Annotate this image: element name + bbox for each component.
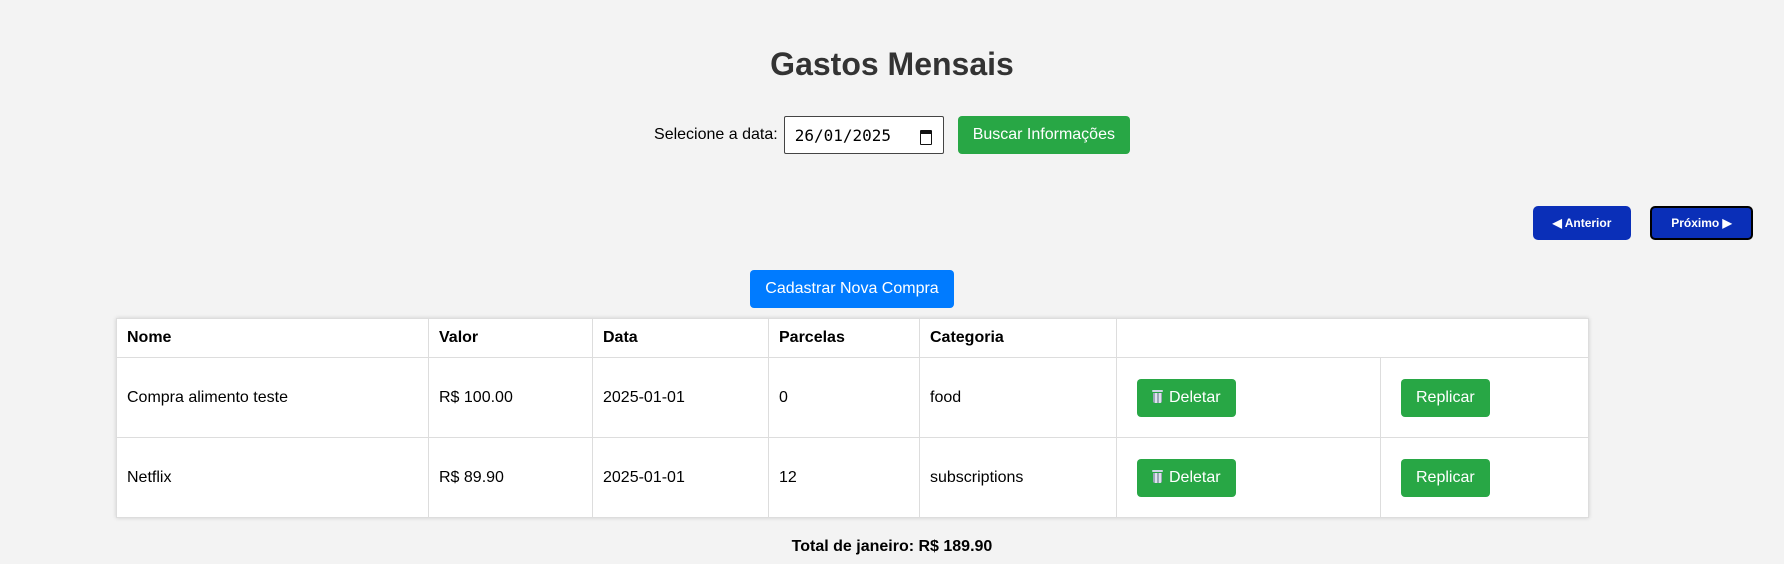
cell-data: 2025-01-01 xyxy=(592,357,769,438)
table-row: Netflix R$ 89.90 2025-01-01 12 subscript… xyxy=(116,437,1589,518)
header-categoria: Categoria xyxy=(919,318,1117,358)
monthly-total: Total de janeiro: R$ 189.90 xyxy=(791,538,993,555)
cell-nome: Compra alimento teste xyxy=(116,357,429,438)
table-header-row: Nome Valor Data Parcelas Categoria xyxy=(116,318,1589,358)
cell-categoria: subscriptions xyxy=(919,437,1117,518)
new-purchase-button[interactable]: Cadastrar Nova Compra xyxy=(750,270,954,308)
cell-parcelas: 0 xyxy=(768,357,920,438)
date-filter: Selecione a data: 26/01/2025 Buscar Info… xyxy=(0,116,1784,154)
expenses-table-container: Nome Valor Data Parcelas Categoria Compr… xyxy=(116,318,1589,518)
next-month-button[interactable]: Próximo ▶ xyxy=(1650,206,1753,240)
calendar-icon[interactable] xyxy=(919,128,933,145)
cell-delete: Deletar xyxy=(1116,437,1381,518)
header-actions xyxy=(1116,318,1589,358)
delete-button[interactable]: Deletar xyxy=(1137,458,1236,497)
cell-delete: Deletar xyxy=(1116,357,1381,438)
cell-valor: R$ 89.90 xyxy=(428,437,593,518)
header-parcelas: Parcelas xyxy=(768,318,920,358)
search-button[interactable]: Buscar Informações xyxy=(957,116,1130,154)
cell-replicate: Replicar xyxy=(1380,357,1589,438)
header-nome: Nome xyxy=(116,318,429,358)
header-valor: Valor xyxy=(428,318,593,358)
page-title: Gastos Mensais xyxy=(770,46,1014,82)
replicate-button[interactable]: Replicar xyxy=(1401,378,1490,417)
delete-button[interactable]: Deletar xyxy=(1137,378,1236,417)
delete-label: Deletar xyxy=(1169,468,1221,486)
expenses-table: Nome Valor Data Parcelas Categoria Compr… xyxy=(116,318,1589,518)
previous-month-button[interactable]: ◀ Anterior xyxy=(1533,206,1631,240)
delete-label: Deletar xyxy=(1169,388,1221,406)
replicate-button[interactable]: Replicar xyxy=(1401,458,1490,497)
cell-categoria: food xyxy=(919,357,1117,438)
cell-nome: Netflix xyxy=(116,437,429,518)
cell-data: 2025-01-01 xyxy=(592,437,769,518)
cell-replicate: Replicar xyxy=(1380,437,1589,518)
cell-valor: R$ 100.00 xyxy=(428,357,593,438)
table-row: Compra alimento teste R$ 100.00 2025-01-… xyxy=(116,357,1589,438)
date-label: Selecione a data: xyxy=(654,126,778,143)
header-data: Data xyxy=(592,318,769,358)
cell-parcelas: 12 xyxy=(768,437,920,518)
date-input-value: 26/01/2025 xyxy=(794,125,892,145)
date-input[interactable]: 26/01/2025 xyxy=(783,116,944,154)
trash-icon xyxy=(1152,389,1163,403)
trash-icon xyxy=(1152,469,1163,483)
